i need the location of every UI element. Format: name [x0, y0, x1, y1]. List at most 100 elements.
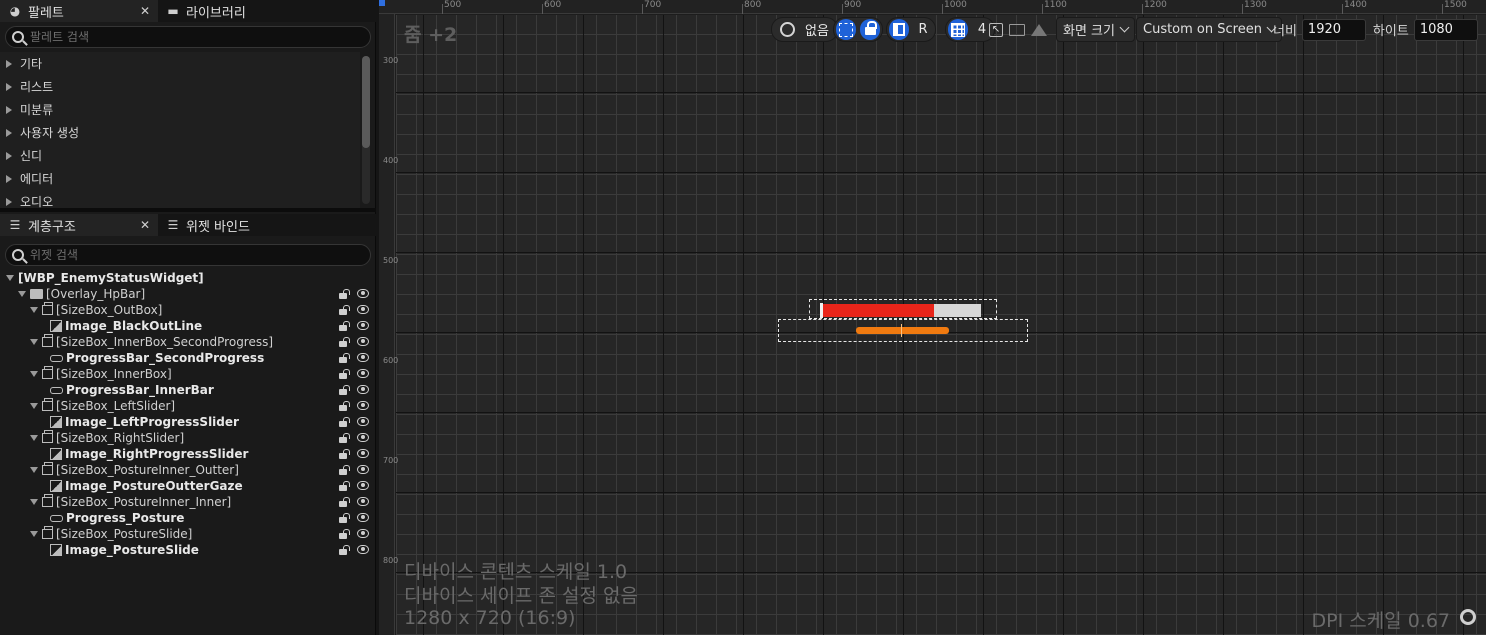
- lock-icon[interactable]: [339, 289, 350, 299]
- tree-row[interactable]: [SizeBox_InnerBox_SecondProgress]: [0, 334, 376, 350]
- hierarchy-search[interactable]: [5, 244, 371, 266]
- palette-search[interactable]: [5, 26, 371, 48]
- designer-viewport[interactable]: 500 600 700 800 900 1000 1100 1200 1300 1400 1500 …: [379, 0, 1486, 635]
- visibility-eye-icon[interactable]: [357, 449, 369, 458]
- visibility-eye-icon[interactable]: [357, 369, 369, 378]
- lock-icon[interactable]: [339, 369, 350, 379]
- tree-row[interactable]: Image_RightProgressSlider: [0, 446, 376, 462]
- visibility-eye-icon[interactable]: [357, 529, 369, 538]
- lock-icon[interactable]: [339, 385, 350, 395]
- transform-toggle-button[interactable]: [889, 19, 909, 40]
- expand-arrow-icon[interactable]: [6, 82, 12, 91]
- palette-category[interactable]: 기타: [0, 52, 360, 75]
- expand-arrow-icon[interactable]: [6, 151, 12, 160]
- visibility-eye-icon[interactable]: [357, 497, 369, 506]
- tree-row[interactable]: Image_BlackOutLine: [0, 318, 376, 334]
- visibility-eye-icon[interactable]: [357, 417, 369, 426]
- visibility-eye-icon[interactable]: [357, 513, 369, 522]
- tree-row[interactable]: Image_PostureOutterGaze: [0, 478, 376, 494]
- expand-arrow-icon[interactable]: [30, 371, 38, 377]
- panel-splitter[interactable]: [0, 208, 376, 212]
- tab-hierarchy[interactable]: ☰ 계층구조 ✕: [0, 214, 158, 236]
- tree-row[interactable]: ProgressBar_InnerBar: [0, 382, 376, 398]
- tree-row[interactable]: [SizeBox_OutBox]: [0, 302, 376, 318]
- outline-toggle-button[interactable]: [836, 19, 856, 40]
- tree-row[interactable]: ProgressBar_SecondProgress: [0, 350, 376, 366]
- expand-arrow-icon[interactable]: [30, 435, 38, 441]
- lock-icon[interactable]: [339, 545, 350, 555]
- palette-category[interactable]: 신디: [0, 144, 360, 167]
- tree-row[interactable]: Image_LeftProgressSlider: [0, 414, 376, 430]
- tree-row[interactable]: [SizeBox_PostureInner_Inner]: [0, 494, 376, 510]
- tree-row[interactable]: [SizeBox_PostureInner_Outter]: [0, 462, 376, 478]
- image-preview-icon[interactable]: [1009, 23, 1025, 36]
- visibility-eye-icon[interactable]: [357, 385, 369, 394]
- gear-icon[interactable]: [1460, 609, 1476, 625]
- expand-arrow-icon[interactable]: [30, 499, 38, 505]
- visibility-eye-icon[interactable]: [357, 401, 369, 410]
- screen-size-dropdown[interactable]: 화면 크기: [1056, 17, 1135, 42]
- tree-row[interactable]: [Overlay_HpBar]: [0, 286, 376, 302]
- hierarchy-search-input[interactable]: [30, 248, 350, 262]
- lock-icon[interactable]: [339, 513, 350, 523]
- expand-arrow-icon[interactable]: [30, 403, 38, 409]
- expand-arrow-icon[interactable]: [30, 467, 38, 473]
- lock-icon[interactable]: [339, 433, 350, 443]
- lock-icon[interactable]: [339, 465, 350, 475]
- tree-row[interactable]: [SizeBox_LeftSlider]: [0, 398, 376, 414]
- expand-arrow-icon[interactable]: [6, 197, 12, 206]
- visibility-eye-icon[interactable]: [357, 353, 369, 362]
- mirror-icon[interactable]: [1031, 23, 1047, 36]
- posture-progress-bar[interactable]: [856, 327, 949, 334]
- lock-icon[interactable]: [339, 529, 350, 539]
- expand-arrow-icon[interactable]: [6, 105, 12, 114]
- tree-row[interactable]: [SizeBox_PostureSlide]: [0, 526, 376, 542]
- localization-value[interactable]: 없음: [802, 19, 832, 40]
- visibility-eye-icon[interactable]: [357, 305, 369, 314]
- tab-widget-binding[interactable]: ☰ 위젯 바인드: [158, 214, 258, 236]
- tree-row[interactable]: [SizeBox_InnerBox]: [0, 366, 376, 382]
- visibility-eye-icon[interactable]: [357, 321, 369, 330]
- visibility-eye-icon[interactable]: [357, 433, 369, 442]
- expand-arrow-icon[interactable]: [6, 275, 14, 281]
- lock-icon[interactable]: [339, 481, 350, 491]
- tree-row[interactable]: [SizeBox_RightSlider]: [0, 430, 376, 446]
- lock-icon[interactable]: [339, 417, 350, 427]
- expand-arrow-icon[interactable]: [18, 291, 26, 297]
- tab-palette[interactable]: ◕ 팔레트 ✕: [0, 0, 158, 22]
- lock-icon[interactable]: [339, 449, 350, 459]
- expand-arrow-icon[interactable]: [30, 339, 38, 345]
- palette-category[interactable]: 에디터: [0, 167, 360, 190]
- palette-search-input[interactable]: [30, 30, 350, 44]
- lock-icon[interactable]: [339, 401, 350, 411]
- width-input[interactable]: [1301, 18, 1366, 41]
- palette-category[interactable]: 미분류: [0, 98, 360, 121]
- visibility-eye-icon[interactable]: [357, 337, 369, 346]
- visibility-eye-icon[interactable]: [357, 465, 369, 474]
- close-icon[interactable]: ✕: [140, 218, 150, 232]
- expand-arrow-icon[interactable]: [6, 59, 12, 68]
- lock-icon[interactable]: [339, 321, 350, 331]
- tree-row[interactable]: Progress_Posture: [0, 510, 376, 526]
- respect-locks-button[interactable]: R: [913, 19, 933, 40]
- visibility-eye-icon[interactable]: [357, 289, 369, 298]
- palette-category[interactable]: 리스트: [0, 75, 360, 98]
- expand-arrow-icon[interactable]: [6, 174, 12, 183]
- cursor-preview-icon[interactable]: ↖: [989, 22, 1003, 37]
- lock-icon[interactable]: [339, 353, 350, 363]
- grid-snap-button[interactable]: [948, 19, 968, 40]
- lock-icon[interactable]: [339, 497, 350, 507]
- lock-toggle-button[interactable]: [860, 19, 880, 40]
- palette-scrollbar[interactable]: [362, 56, 370, 204]
- visibility-eye-icon[interactable]: [357, 481, 369, 490]
- tab-library[interactable]: ▬ 라이브러리: [158, 0, 254, 22]
- scrollbar-thumb[interactable]: [362, 56, 370, 148]
- localization-button[interactable]: [777, 19, 798, 40]
- close-icon[interactable]: ✕: [140, 4, 150, 18]
- palette-category[interactable]: 오디오: [0, 190, 360, 208]
- lock-icon[interactable]: [339, 305, 350, 315]
- height-input[interactable]: [1413, 18, 1478, 41]
- visibility-eye-icon[interactable]: [357, 545, 369, 554]
- lock-icon[interactable]: [339, 337, 350, 347]
- expand-arrow-icon[interactable]: [30, 307, 38, 313]
